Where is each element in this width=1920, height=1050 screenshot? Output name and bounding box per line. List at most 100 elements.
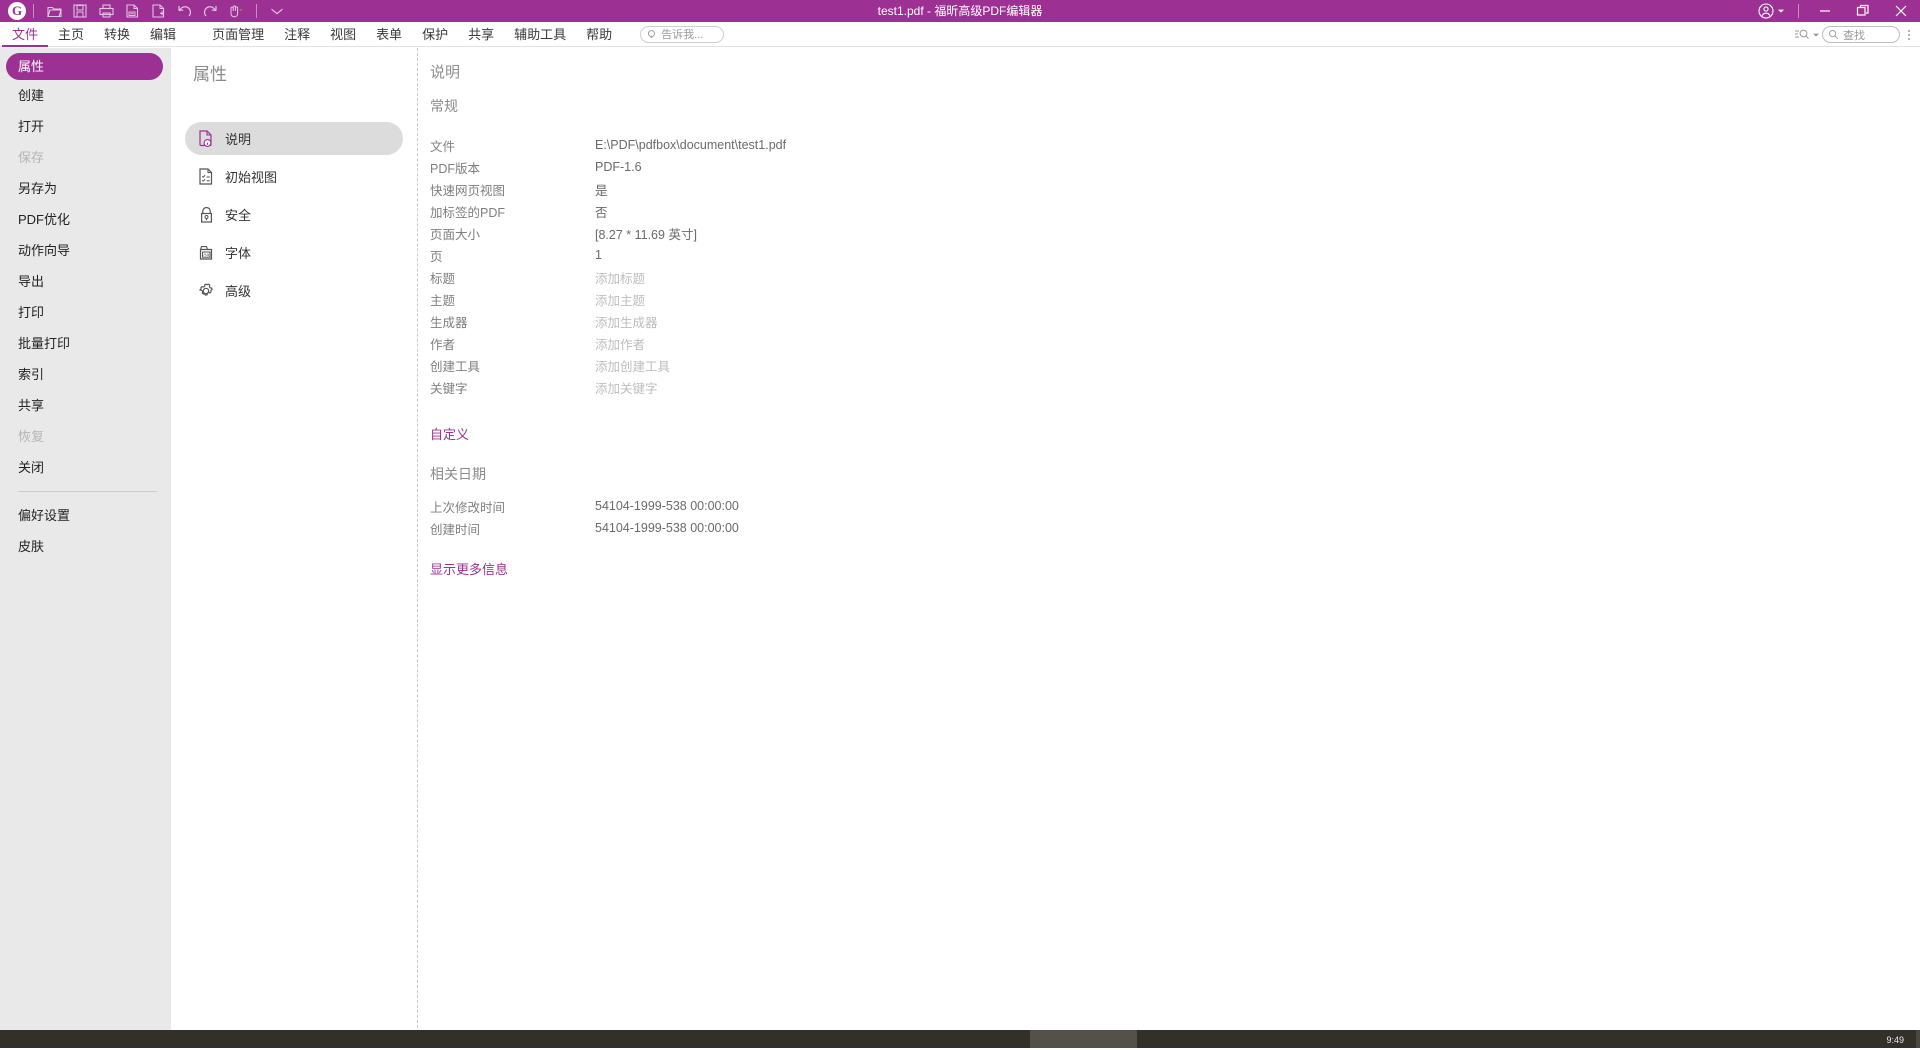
menu-item-help[interactable]: 帮助 xyxy=(576,22,622,47)
sidebar-item-export[interactable]: 导出 xyxy=(0,266,171,297)
menu-item-edit[interactable]: 编辑 xyxy=(140,22,186,47)
close-button[interactable] xyxy=(1882,0,1920,22)
sidebar-item-pdf-optimize[interactable]: PDF优化 xyxy=(0,204,171,235)
row-value-input[interactable]: 添加创建工具 xyxy=(595,356,670,375)
sidebar-item-share[interactable]: 共享 xyxy=(0,390,171,421)
menu-item-accessibility[interactable]: 辅助工具 xyxy=(504,22,576,47)
os-taskbar: 9:49 xyxy=(0,1030,1920,1048)
row-key: 上次修改时间 xyxy=(430,497,595,516)
sidebar-item-open[interactable]: 打开 xyxy=(0,111,171,142)
remove-page-icon[interactable] xyxy=(119,1,145,21)
sidebar-item-action-wizard[interactable]: 动作向导 xyxy=(0,235,171,266)
row-key: 页 xyxy=(430,246,595,265)
row-key: 主题 xyxy=(430,290,595,309)
prop-tab-label: 高级 xyxy=(225,281,251,300)
row-key: 作者 xyxy=(430,334,595,353)
search-options-dropdown[interactable] xyxy=(1812,31,1820,39)
save-icon[interactable] xyxy=(67,1,93,21)
row-key: 创建时间 xyxy=(430,519,595,538)
sidebar-item-print[interactable]: 打印 xyxy=(0,297,171,328)
search-options-icon xyxy=(1794,28,1810,41)
menu-mid-group: 页面管理 注释 视图 表单 保护 共享 辅助工具 帮助 xyxy=(202,22,622,47)
menu-right-group: 查找 xyxy=(1794,22,1916,47)
row-value: [8.27 * 11.69 英寸] xyxy=(595,224,697,243)
chevron-down-icon xyxy=(1812,31,1820,39)
app-logo-icon: G xyxy=(8,2,26,20)
open-folder-icon[interactable] xyxy=(41,1,67,21)
content-heading: 说明 xyxy=(430,61,1920,82)
restore-button[interactable] xyxy=(1844,0,1882,22)
row-value: 否 xyxy=(595,202,608,221)
more-options-button[interactable] xyxy=(1902,28,1916,42)
add-page-icon[interactable] xyxy=(145,1,171,21)
properties-panel-title: 属性 xyxy=(171,48,417,85)
sidebar-item-skin[interactable]: 皮肤 xyxy=(0,531,171,562)
row-value-input[interactable]: 添加主题 xyxy=(595,290,645,309)
prop-tab-fonts[interactable]: Aa 字体 xyxy=(185,236,403,269)
customize-toolbar-icon[interactable] xyxy=(264,1,290,21)
search-icon xyxy=(1828,29,1839,40)
sidebar-item-preferences[interactable]: 偏好设置 xyxy=(0,500,171,531)
menu-item-page-manage[interactable]: 页面管理 xyxy=(202,22,274,47)
sidebar-item-close[interactable]: 关闭 xyxy=(0,452,171,483)
hand-tool-icon[interactable] xyxy=(223,1,249,21)
table-row: 页面大小 [8.27 * 11.69 英寸] xyxy=(430,222,1920,244)
show-more-info-link[interactable]: 显示更多信息 xyxy=(430,559,1920,578)
menu-item-convert[interactable]: 转换 xyxy=(94,22,140,47)
table-row: 页 1 xyxy=(430,244,1920,266)
dates-heading: 相关日期 xyxy=(430,464,1920,484)
taskbar-clock: 9:49 xyxy=(1886,1030,1904,1048)
dates-table: 上次修改时间 54104-1999-538 00:00:00 创建时间 5410… xyxy=(430,495,1920,539)
table-row: 快速网页视图 是 xyxy=(430,178,1920,200)
account-button[interactable] xyxy=(1752,0,1791,22)
row-key: 文件 xyxy=(430,136,595,155)
menu-item-home[interactable]: 主页 xyxy=(48,22,94,47)
tell-me-search[interactable]: 告诉我... xyxy=(640,26,724,43)
menu-item-form[interactable]: 表单 xyxy=(366,22,412,47)
minimize-button[interactable] xyxy=(1806,0,1844,22)
row-value: E:\PDF\pdfbox\document\test1.pdf xyxy=(595,138,786,152)
prop-tab-initial-view[interactable]: 初始视图 xyxy=(185,160,403,193)
sidebar-item-batch-print[interactable]: 批量打印 xyxy=(0,328,171,359)
row-value-input[interactable]: 添加生成器 xyxy=(595,312,658,331)
prop-tab-description[interactable]: 说明 xyxy=(185,122,403,155)
prop-tab-label: 初始视图 xyxy=(225,167,277,186)
find-input[interactable]: 查找 xyxy=(1822,26,1900,43)
taskbar-active-item[interactable] xyxy=(1030,1030,1137,1048)
properties-content: 说明 常规 文件 E:\PDF\pdfbox\document\test1.pd… xyxy=(418,48,1920,1048)
table-row: 标题 添加标题 xyxy=(430,266,1920,288)
tell-me-placeholder: 告诉我... xyxy=(661,26,703,42)
search-options-button[interactable] xyxy=(1794,28,1810,41)
custom-link[interactable]: 自定义 xyxy=(430,424,1920,443)
menu-item-protect[interactable]: 保护 xyxy=(412,22,458,47)
sidebar-selected-wrap: 属性 xyxy=(0,48,171,80)
table-row: 主题 添加主题 xyxy=(430,288,1920,310)
sidebar-item-save-as[interactable]: 另存为 xyxy=(0,173,171,204)
menu-item-comment[interactable]: 注释 xyxy=(274,22,320,47)
prop-tab-advanced[interactable]: 高级 xyxy=(185,274,403,307)
sidebar-item-create[interactable]: 创建 xyxy=(0,80,171,111)
row-key: PDF版本 xyxy=(430,158,595,177)
taskbar-show-desktop[interactable] xyxy=(1916,1030,1920,1048)
row-value-input[interactable]: 添加标题 xyxy=(595,268,645,287)
row-value-input[interactable]: 添加关键字 xyxy=(595,378,658,397)
menu-item-view[interactable]: 视图 xyxy=(320,22,366,47)
prop-tab-security[interactable]: 安全 xyxy=(185,198,403,231)
menu-item-file[interactable]: 文件 xyxy=(2,22,48,47)
table-row: 创建工具 添加创建工具 xyxy=(430,354,1920,376)
svg-text:Aa: Aa xyxy=(203,252,209,257)
menu-item-share[interactable]: 共享 xyxy=(458,22,504,47)
file-sidebar: 属性 创建 打开 保存 另存为 PDF优化 动作向导 导出 打印 批量打印 索引… xyxy=(0,48,171,1048)
chevron-down-icon xyxy=(1777,7,1785,15)
undo-icon[interactable] xyxy=(171,1,197,21)
redo-icon[interactable] xyxy=(197,1,223,21)
more-options-icon xyxy=(1907,28,1911,42)
row-key: 快速网页视图 xyxy=(430,180,595,199)
row-value-input[interactable]: 添加作者 xyxy=(595,334,645,353)
sidebar-item-index[interactable]: 索引 xyxy=(0,359,171,390)
sidebar-item-properties[interactable]: 属性 xyxy=(6,53,163,80)
print-icon[interactable] xyxy=(93,1,119,21)
table-row: 加标签的PDF 否 xyxy=(430,200,1920,222)
row-key: 创建工具 xyxy=(430,356,595,375)
table-row: 文件 E:\PDF\pdfbox\document\test1.pdf xyxy=(430,134,1920,156)
